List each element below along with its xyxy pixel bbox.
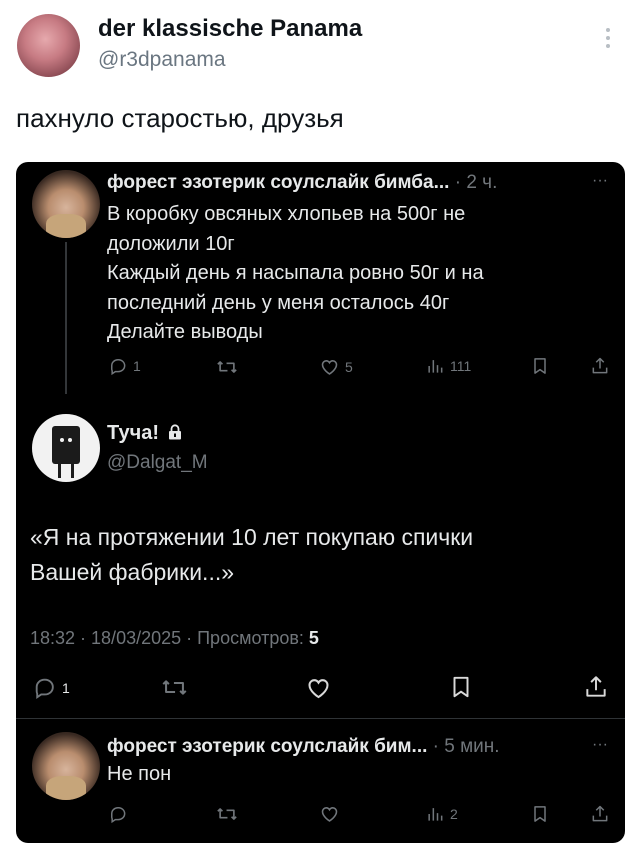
tweet1-reply-button[interactable]: 1 [108,356,141,376]
tweet1-retweet-button[interactable] [216,356,238,378]
avatar-figure [52,426,80,464]
tweet2-avatar[interactable] [32,732,100,800]
tweet1-bookmark-button[interactable] [530,356,550,376]
quote-like-button[interactable] [305,674,332,701]
quote-retweet-button[interactable] [161,674,188,701]
tweet1-line: доложили 10г [107,232,235,255]
heart-icon [319,356,340,377]
tweet1-line: В коробку овсяных хлопьев на 500г не [107,203,466,225]
tweet2-like-button[interactable] [319,803,340,824]
tweet1-line: Делайте выводы [107,321,263,344]
tweet1-line: последний день у меня осталось 40г [107,291,450,314]
author-handle[interactable]: @r3dpanama [98,48,226,72]
tweet2-view-count: 2 [450,806,458,822]
tweet1-time[interactable]: · 2 ч. [455,172,498,193]
tweet2-time[interactable]: · 5 мин. [433,736,500,757]
tweet2-reply-button[interactable] [108,804,128,824]
quote-text: «Я на протяжении 10 лет покупаю спички В… [30,520,473,590]
share-icon [590,356,610,376]
tweet1-more-icon[interactable]: ··· [592,172,608,190]
tweet2-retweet-button[interactable] [216,803,238,825]
bookmark-icon [448,674,474,700]
tweet1-like-count: 5 [345,358,353,375]
quote-reply-count: 1 [62,679,70,696]
divider [16,718,625,719]
tweet2-author-name[interactable]: форест эзотерик соулслайк бим... [107,736,427,757]
tweet2-share-button[interactable] [590,804,610,824]
quote-author-handle[interactable]: @Dalgat_M [107,452,208,474]
post-view-count: 5 [308,628,319,648]
tweet1-views-button[interactable]: 111 [425,356,471,376]
lock-icon [168,424,181,440]
tweet1-author-name[interactable]: форест эзотерик соулслайк бимба... [107,172,449,193]
quote-line: Вашей фабрики...» [30,559,235,585]
bookmark-icon [530,356,550,376]
reply-icon [108,356,128,376]
share-icon [583,674,609,700]
tweet1-view-count: 111 [450,358,472,374]
tweet1-line: Каждый день я насыпала ровно 50г и на [107,262,484,285]
tweet1-text: В коробку овсяных хлопьев на 500г не дол… [107,200,484,348]
more-options-icon[interactable] [606,28,610,52]
tweet-text: пахнуло старостью, друзья [16,103,344,133]
tweet2-views-button[interactable]: 2 [425,804,458,824]
tweet2-header: форест эзотерик соулслайк бим... · 5 мин… [107,736,500,758]
quote-author-name: Туча! [107,422,159,444]
bar-chart-icon [425,804,445,824]
share-icon [590,804,610,824]
quote-bookmark-button[interactable] [448,674,474,700]
post-timestamp[interactable]: 18:32 · 18/03/2025 · Просмотров: [30,628,309,648]
tweet1-share-button[interactable] [590,356,610,376]
quote-avatar[interactable] [32,414,100,482]
embedded-screenshot: форест эзотерик соулслайк бимба... · 2 ч… [16,162,625,843]
heart-icon [305,674,332,701]
tweet2-more-icon[interactable]: ··· [592,736,608,754]
retweet-icon [161,674,188,701]
bookmark-icon [530,804,550,824]
post-meta: 18:32 · 18/03/2025 · Просмотров: 5 [30,628,319,649]
quote-reply-button[interactable]: 1 [32,675,70,700]
tweet2-bookmark-button[interactable] [530,804,550,824]
reply-icon [108,804,128,824]
author-name[interactable]: der klassische Panama [98,15,362,43]
retweet-icon [216,803,238,825]
tweet2-text: Не пон [107,763,172,785]
tweet1-avatar[interactable] [32,170,100,238]
tweet1-like-button[interactable]: 5 [319,356,353,377]
tweet1-reply-count: 1 [133,358,141,374]
thread-line [65,242,67,394]
tweet1-header: форест эзотерик соулслайк бимба... · 2 ч… [107,172,497,194]
quote-share-button[interactable] [583,674,609,700]
bar-chart-icon [425,356,445,376]
quote-author[interactable]: Туча! [107,422,182,445]
author-avatar[interactable] [17,14,80,77]
reply-icon [32,675,57,700]
retweet-icon [216,356,238,378]
heart-icon [319,803,340,824]
quote-line: «Я на протяжении 10 лет покупаю спички [30,524,474,550]
